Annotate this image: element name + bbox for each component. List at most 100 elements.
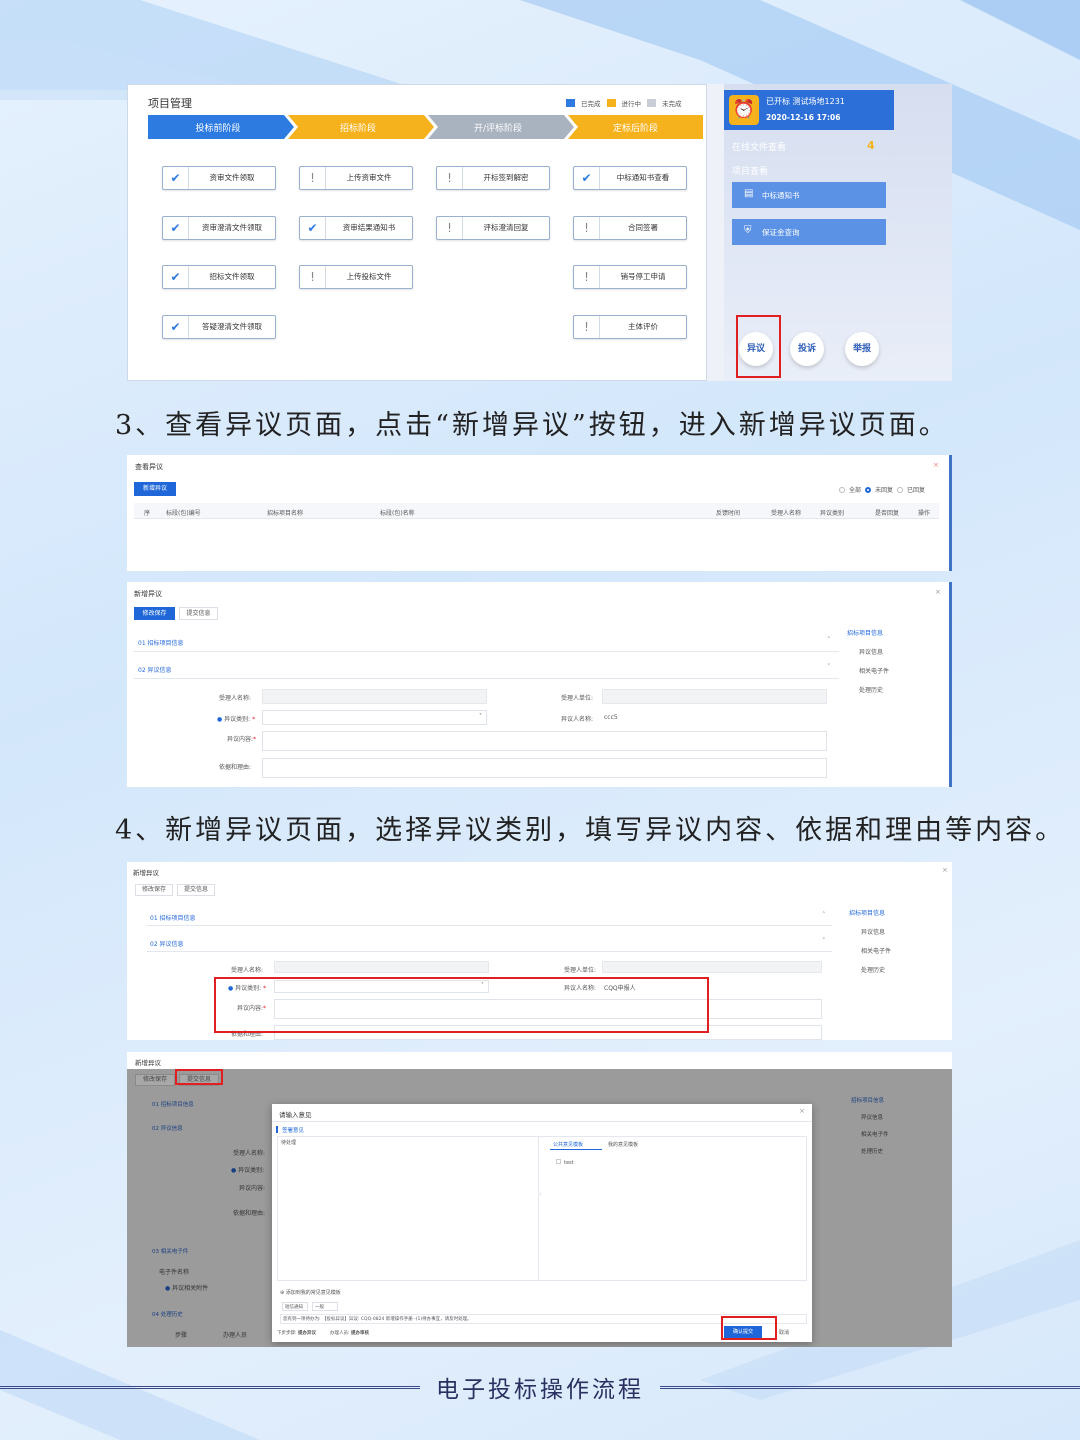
section-project-info[interactable]: 01 招标项目信息 [138, 638, 184, 647]
save-button[interactable]: 修改保存 [135, 1074, 175, 1086]
divider [272, 1121, 812, 1122]
complaint-button[interactable]: 投诉 [790, 332, 824, 366]
nav-project-info[interactable]: 招标项目信息 [849, 908, 949, 917]
task-qa-clarify[interactable]: ✔ 答疑澄清文件领取 [162, 315, 276, 339]
task-tender-doc[interactable]: ✔ 招标文件领取 [162, 265, 276, 289]
exclamation-icon: ! [574, 266, 600, 288]
chevron-down-icon[interactable]: ˅ [827, 663, 831, 671]
section-objection-info[interactable]: 02 异议信息 [138, 665, 172, 674]
nav-objection-info[interactable]: 异议信息 [859, 647, 947, 656]
award-notice-button[interactable]: ▤ 中标通知书 [732, 182, 886, 208]
check-icon: ✔ [163, 316, 189, 338]
nav-history[interactable]: 处理历史 [859, 685, 947, 694]
cancel-button[interactable]: 取消 [779, 1329, 789, 1336]
report-button[interactable]: 举报 [845, 332, 879, 366]
chevron-down-icon[interactable]: ˅ [822, 937, 826, 945]
add-to-templates[interactable]: ⊕ 添加到我的常见意见模板 [280, 1289, 341, 1296]
nav-objection-info[interactable]: 异议信息 [861, 1113, 951, 1121]
task-close-apply[interactable]: ! 销号停工申请 [573, 265, 687, 289]
task-prequal-result[interactable]: ✔ 资审结果通知书 [299, 216, 413, 240]
stage-bidding[interactable]: 招标阶段 [288, 115, 428, 139]
col-index: 序 [144, 510, 151, 517]
col-section-name: 标段(包)名称 [380, 510, 415, 517]
check-icon: ✔ [300, 217, 326, 239]
task-open-sign[interactable]: ! 开标签到解密 [436, 166, 550, 190]
caption-step3: 3、查看异议页面，点击“新增异议”按钮，进入新增异议页面。 [115, 410, 949, 441]
new-objection-screenshot-b: 新增异议 × 修改保存 提交信息 01 招标项目信息 ˄ 02 异议信息 ˅ 招… [127, 862, 952, 1040]
basis-textarea[interactable] [262, 758, 827, 778]
receiver-name-input [262, 689, 487, 704]
checkbox-icon[interactable] [556, 1159, 561, 1164]
section-project-info[interactable]: 01 招标项目信息 [152, 1100, 194, 1108]
section-history[interactable]: 04 处理历史 [152, 1310, 183, 1318]
save-button[interactable]: 修改保存 [134, 607, 175, 620]
radio-all[interactable] [839, 486, 845, 493]
chevron-up-icon[interactable]: ˄ [827, 636, 831, 644]
legend-todo: 未完成 [662, 100, 682, 108]
submit-info-button[interactable]: 提交信息 [177, 884, 215, 896]
new-objection-button[interactable]: 新增异议 [134, 482, 176, 496]
side-nav: 招标项目信息 异议信息 相关电子件 处理历史 [849, 908, 949, 974]
notify-select[interactable]: 短信通知 [282, 1302, 308, 1311]
section-project-info[interactable]: 01 招标项目信息 [150, 913, 196, 922]
next-step: 下步步骤: 提办异议 [277, 1331, 316, 1336]
objector-name-label: 异议人名称: [561, 716, 594, 723]
save-button[interactable]: 修改保存 [135, 884, 173, 896]
task-award-notice[interactable]: ✔ 中标通知书查看 [573, 166, 687, 190]
opinion-area: 待处理 ⁞ 公共意见模板 我的意见模板 test [277, 1136, 807, 1281]
task-evaluation[interactable]: ! 主体评价 [573, 315, 687, 339]
chevron-up-icon[interactable]: ˄ [822, 911, 826, 919]
reply-filter[interactable]: 全部 未回复 已回复 [839, 485, 925, 494]
nav-attachments[interactable]: 相关电子件 [861, 946, 949, 955]
nav-history[interactable]: 处理历史 [861, 965, 949, 974]
task-contract[interactable]: ! 合同签署 [573, 216, 687, 240]
task-prequal-clarify[interactable]: ✔ 资审澄清文件领取 [162, 216, 276, 240]
radio-unreplied[interactable] [865, 486, 872, 493]
nav-attachments[interactable]: 相关电子件 [861, 1130, 951, 1138]
submit-info-button[interactable]: 提交信息 [179, 607, 218, 620]
opinion-dialog: 请输入意见 × 签署意见 待处理 ⁞ 公共意见模板 我的意见模板 test ⊕ … [272, 1104, 812, 1342]
close-icon[interactable]: × [942, 866, 948, 874]
form-title: 新增异议 [135, 1059, 161, 1067]
section-objection-info[interactable]: 02 异议信息 [152, 1124, 183, 1132]
receiver-name-label: 受理人名称: [219, 695, 252, 702]
close-icon[interactable]: × [933, 461, 939, 469]
task-prequal-doc[interactable]: ✔ 资审文件领取 [162, 166, 276, 190]
task-upload-bid[interactable]: ! 上传投标文件 [299, 265, 413, 289]
col-feedback-time: 反馈时间 [716, 510, 741, 517]
stage-opening[interactable]: 开/评标阶段 [428, 115, 568, 139]
tab-my-templates[interactable]: 我的意见模板 [608, 1141, 638, 1148]
deposit-query-button[interactable]: ⛨ 保证金查询 [732, 219, 886, 245]
online-docs-label[interactable]: 在线文件查看 [732, 140, 786, 153]
stage-post-award[interactable]: 定标后阶段 [568, 115, 703, 139]
nav-attachments[interactable]: 相关电子件 [859, 666, 947, 675]
alarm-clock-icon: ⏰ [729, 95, 759, 125]
task-eval-reply[interactable]: ! 评标澄清回复 [436, 216, 550, 240]
tab-common-templates[interactable]: 公共意见模板 [553, 1141, 583, 1148]
pending-label: 待处理 [281, 1140, 297, 1146]
priority-select[interactable]: 一般 [312, 1302, 338, 1311]
nav-project-info[interactable]: 招标项目信息 [847, 628, 947, 637]
template-item[interactable]: test [556, 1159, 574, 1166]
footer-rule-right [660, 1386, 1080, 1389]
nav-project-info[interactable]: 招标项目信息 [851, 1096, 951, 1104]
section-attachments[interactable]: 03 相关电子件 [152, 1247, 188, 1255]
close-icon[interactable]: × [935, 588, 941, 596]
check-icon: ✔ [163, 167, 189, 189]
document-icon: ▤ [744, 188, 754, 199]
drag-handle-icon[interactable]: ⁞ [540, 1192, 542, 1198]
nav-history[interactable]: 处理历史 [861, 1147, 951, 1155]
chevron-down-icon: ˅ [479, 713, 482, 720]
content-textarea[interactable] [262, 731, 827, 751]
radio-replied[interactable] [897, 486, 904, 493]
nav-objection-info[interactable]: 异议信息 [861, 927, 949, 936]
divider [134, 651, 839, 652]
divider [147, 925, 832, 926]
dialog-section: 签署意见 [282, 1128, 305, 1134]
task-upload-prequal[interactable]: ! 上传资审文件 [299, 166, 413, 190]
section-objection-info[interactable]: 02 异议信息 [150, 939, 184, 948]
category-select[interactable]: ˅ [262, 710, 487, 725]
bg-attachment-item: ● 异议相关附件 [165, 1285, 209, 1292]
close-icon[interactable]: × [799, 1107, 805, 1115]
stage-pre-bid[interactable]: 投标前阶段 [148, 115, 288, 139]
